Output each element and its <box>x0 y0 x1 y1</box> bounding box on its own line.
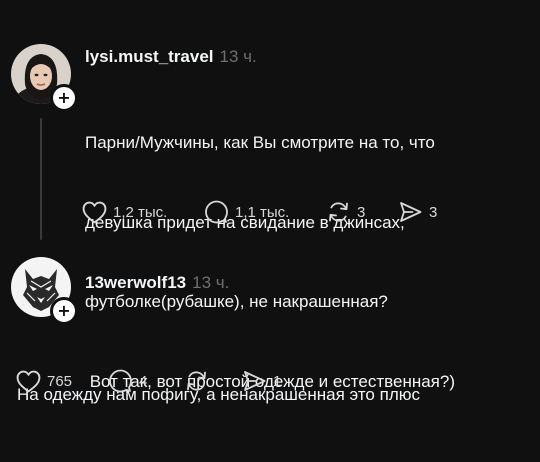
follow-plus-icon[interactable]: + <box>50 297 78 325</box>
post-time: 13 ч. <box>219 47 257 66</box>
username[interactable]: lysi.must_travel <box>85 47 214 66</box>
post-time: 13 ч. <box>192 273 230 292</box>
thread-line <box>40 118 42 240</box>
share-count: 1 <box>273 372 282 390</box>
comment-button[interactable]: 1,1 тыс. <box>204 200 289 224</box>
username[interactable]: 13werwolf13 <box>85 273 186 292</box>
share-button[interactable]: 1 <box>242 369 281 393</box>
like-count: 765 <box>47 372 73 390</box>
repost-button[interactable] <box>184 369 215 393</box>
comment-bubble-icon <box>205 200 228 224</box>
comment-count: 1,1 тыс. <box>235 203 290 221</box>
like-count: 1,2 тыс. <box>113 203 168 221</box>
post-lysi-must-travel: + lysi.must_travel 13 ч. Парни/Мужчины, к… <box>0 0 540 391</box>
send-icon <box>400 202 422 222</box>
send-icon <box>244 371 266 391</box>
post-author[interactable]: lysi.must_travel 13 ч. <box>85 47 257 67</box>
share-count: 3 <box>429 203 438 221</box>
avatar[interactable]: + <box>11 257 78 325</box>
post-13werwolf13: + 13werwolf13 13 ч. На одежду нам пофигу,… <box>0 250 540 434</box>
heart-icon <box>16 370 41 392</box>
comment-bubble-icon <box>109 369 132 393</box>
follow-plus-icon[interactable]: + <box>50 84 78 112</box>
repost-count: 3 <box>357 203 366 221</box>
heart-icon <box>82 201 107 223</box>
post-text: На одежду нам пофигу, а ненакрашенная эт… <box>17 329 420 462</box>
like-button[interactable]: 1,2 тыс. <box>82 200 167 224</box>
post-actions: 765 4 1 <box>16 369 316 393</box>
avatar[interactable]: + <box>11 44 78 112</box>
post-text-line: Парни/Мужчины, как Вы смотрите на то, чт… <box>85 133 435 152</box>
post-author[interactable]: 13werwolf13 13 ч. <box>85 273 229 293</box>
repost-arrows-icon <box>329 202 348 222</box>
repost-arrows-icon <box>187 371 206 391</box>
comment-button[interactable]: 4 <box>108 369 147 393</box>
share-button[interactable]: 3 <box>398 200 437 224</box>
repost-button[interactable]: 3 <box>326 200 365 224</box>
like-button[interactable]: 765 <box>16 369 72 393</box>
post-actions: 1,2 тыс. 1,1 тыс. 3 3 <box>82 200 482 224</box>
comment-count: 4 <box>139 372 148 390</box>
